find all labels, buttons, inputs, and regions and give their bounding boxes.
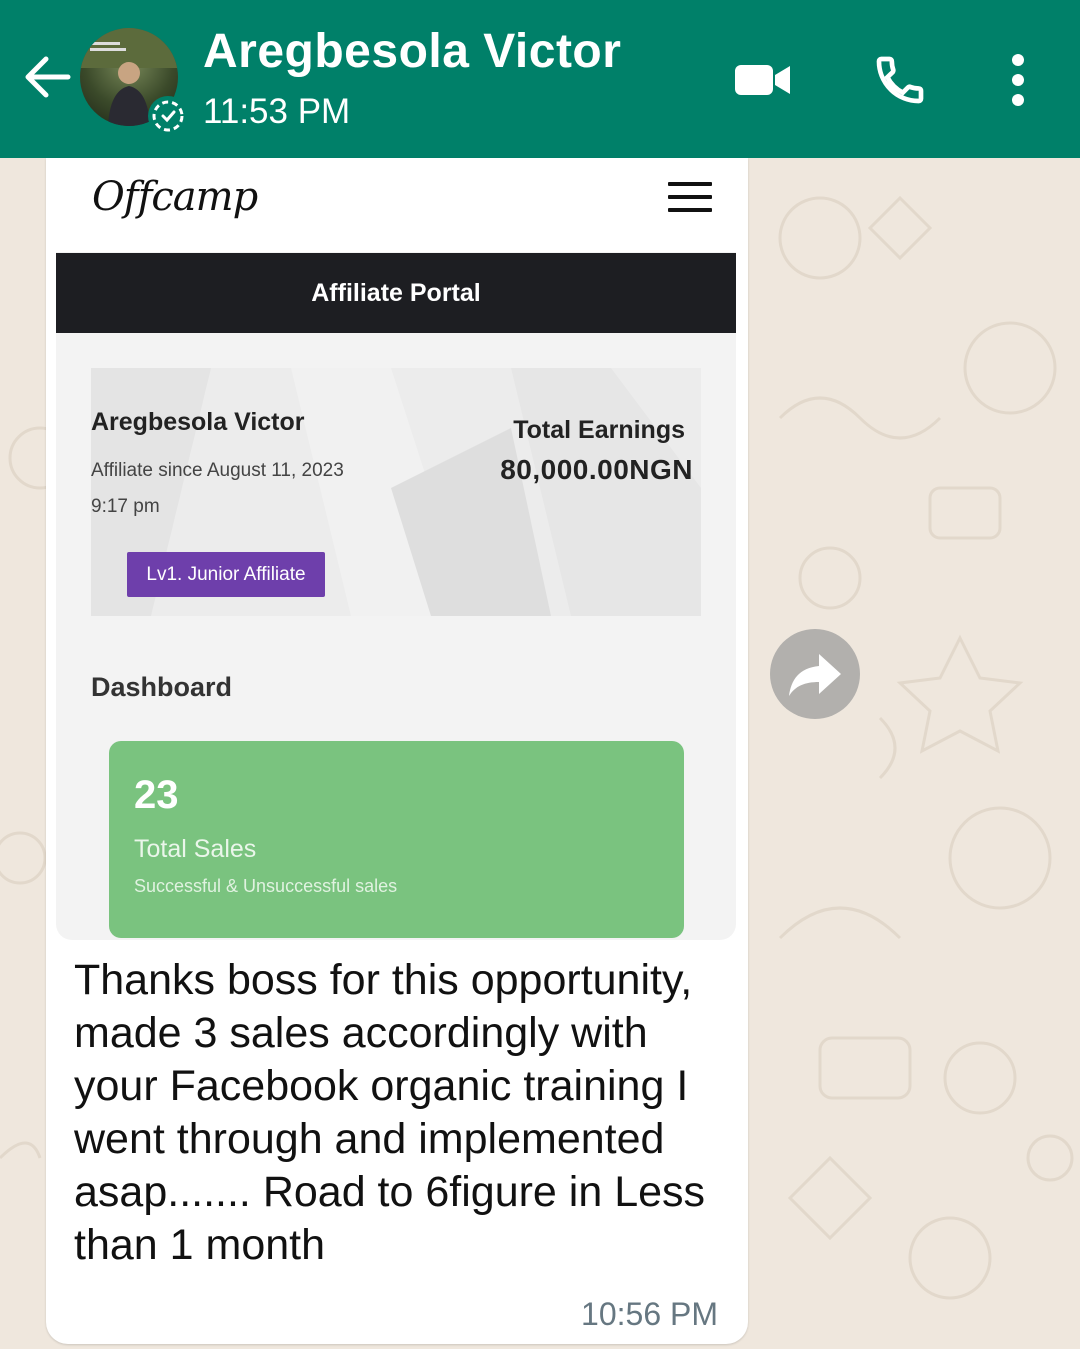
- forward-button[interactable]: [770, 629, 860, 719]
- total-sales-value: 23: [134, 773, 179, 817]
- total-sales-card: 23 Total Sales Successful & Unsuccessful…: [109, 741, 684, 938]
- message-text: Thanks boss for this opportunity, made 3…: [74, 956, 706, 1269]
- phone-icon[interactable]: [870, 50, 930, 110]
- more-vert-icon[interactable]: [988, 50, 1048, 110]
- chat-header: Aregbesola Victor 11:53 PM: [0, 0, 1080, 158]
- profile-card: Aregbesola Victor Affiliate since August…: [91, 368, 701, 616]
- affiliate-since: Affiliate since August 11, 2023: [91, 460, 344, 481]
- message-image[interactable]: Offcamp Affiliate Portal Aregbesola Vict…: [56, 158, 736, 940]
- site-header: Offcamp: [56, 158, 736, 252]
- last-seen: 11:53 PM: [203, 92, 351, 131]
- offcamp-logo: Offcamp: [92, 174, 258, 220]
- dashboard-title: Dashboard: [91, 672, 233, 702]
- total-sales-label: Total Sales: [134, 835, 257, 863]
- total-sales-subtitle: Successful & Unsuccessful sales: [134, 876, 398, 896]
- affiliate-time: 9:17 pm: [91, 496, 160, 517]
- hamburger-menu-icon: [668, 182, 712, 216]
- video-call-icon[interactable]: [732, 50, 792, 110]
- message-time: 10:56 PM: [581, 1296, 718, 1332]
- back-arrow-icon[interactable]: [20, 50, 74, 104]
- level-badge: Lv1. Junior Affiliate: [127, 552, 325, 597]
- earnings-value: 80,000.00NGN: [500, 454, 693, 485]
- message-bubble[interactable]: Offcamp Affiliate Portal Aregbesola Vict…: [46, 158, 748, 1344]
- forward-icon: [789, 654, 841, 696]
- portal-title: Affiliate Portal: [56, 253, 736, 333]
- earnings-label: Total Earnings: [513, 416, 685, 444]
- contact-name[interactable]: Aregbesola Victor: [203, 24, 621, 79]
- status-update-icon: [146, 94, 190, 138]
- affiliate-name: Aregbesola Victor: [91, 408, 305, 436]
